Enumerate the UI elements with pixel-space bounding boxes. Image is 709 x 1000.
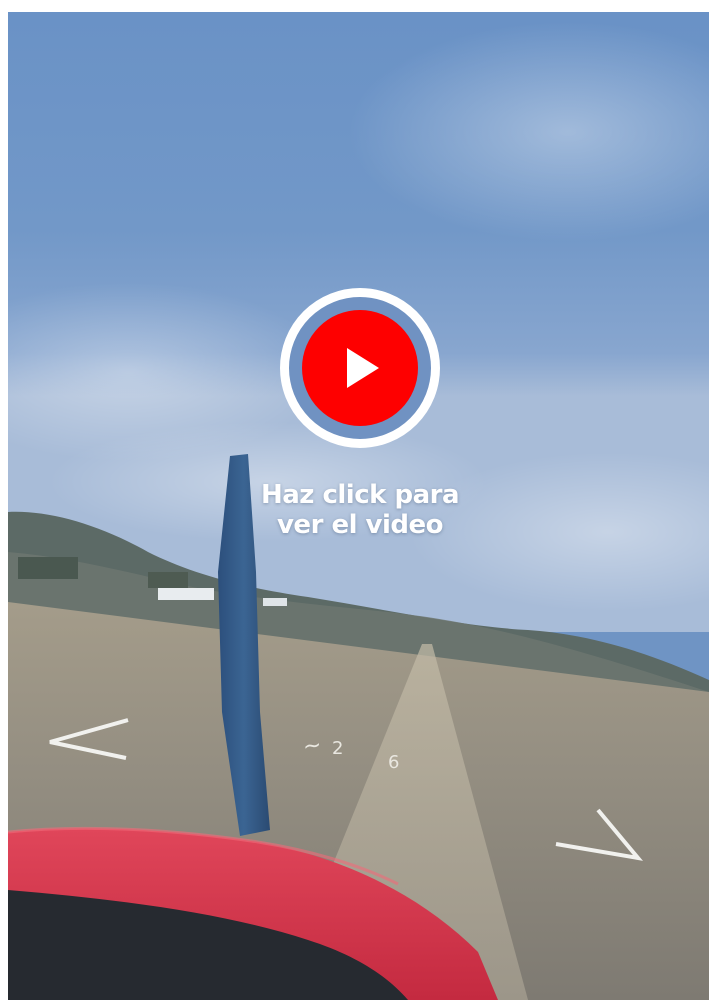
- play-button[interactable]: [280, 288, 440, 448]
- video-thumbnail[interactable]: ~ 2 6 Haz click para ver el video: [8, 12, 709, 1000]
- play-button-red-circle: [302, 310, 418, 426]
- caption-line-1: Haz click para: [260, 480, 460, 510]
- play-icon: [347, 348, 379, 388]
- video-overlay: Haz click para ver el video: [8, 12, 709, 1000]
- watch-video-caption[interactable]: Haz click para ver el video: [208, 480, 512, 540]
- caption-line-2: ver el video: [276, 510, 444, 540]
